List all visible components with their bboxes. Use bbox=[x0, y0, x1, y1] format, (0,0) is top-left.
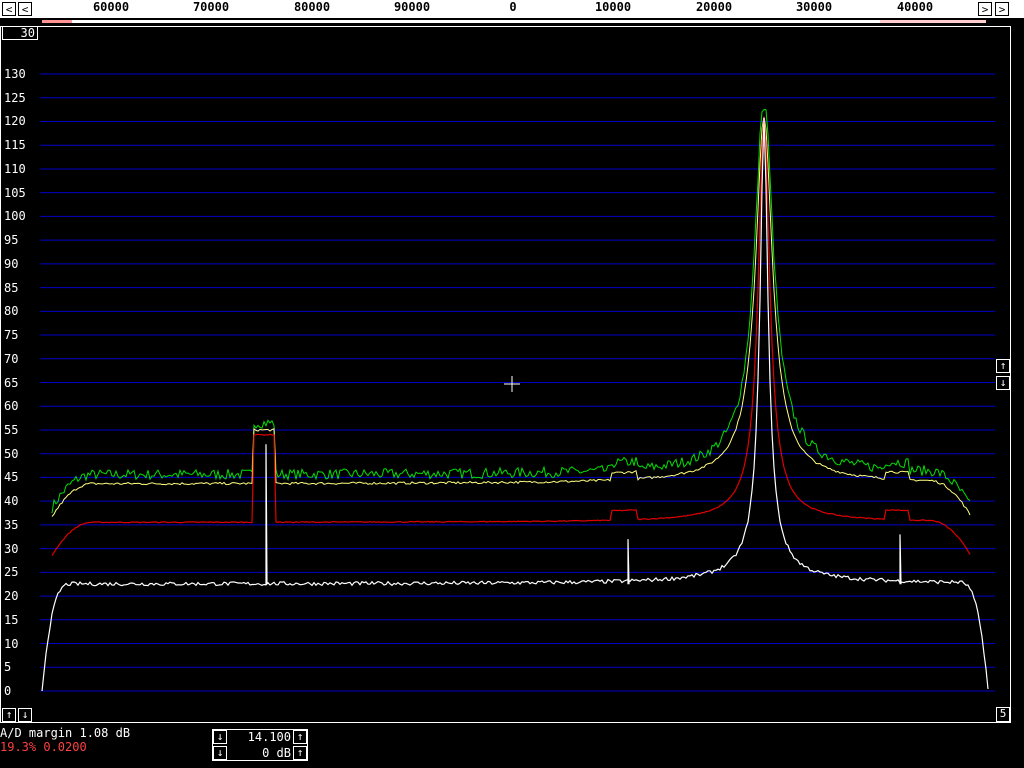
ad-margin-text: A/D margin 1.08 dB bbox=[0, 726, 131, 740]
level-down-button[interactable]: ↓ bbox=[18, 708, 32, 722]
channel-box[interactable]: 5 bbox=[996, 707, 1010, 722]
zoom-down-button[interactable]: ↓ bbox=[996, 376, 1010, 390]
reference-trace bbox=[51, 116, 971, 557]
gain-up-button[interactable]: ↑ bbox=[293, 746, 307, 760]
freq-down-button[interactable]: ↓ bbox=[213, 730, 227, 744]
gain-down-button[interactable]: ↓ bbox=[213, 746, 227, 760]
grid-lines bbox=[40, 73, 995, 692]
average-trace bbox=[51, 116, 971, 517]
level-control: ↓ 14.100 ↑ ↓ 0 dB ↑ bbox=[212, 729, 308, 761]
freq-up-button[interactable]: ↑ bbox=[293, 730, 307, 744]
zoom-up-button[interactable]: ↑ bbox=[996, 359, 1010, 373]
freq-value[interactable]: 14.100 bbox=[229, 730, 291, 744]
spectrum-plot[interactable] bbox=[0, 0, 1024, 768]
spectrum-trace bbox=[41, 117, 989, 692]
gain-value[interactable]: 0 dB bbox=[229, 746, 291, 760]
level-up-button[interactable]: ↑ bbox=[2, 708, 16, 722]
cursor-crosshair bbox=[504, 376, 520, 392]
percent-text: 19.3% 0.0200 bbox=[0, 740, 87, 754]
